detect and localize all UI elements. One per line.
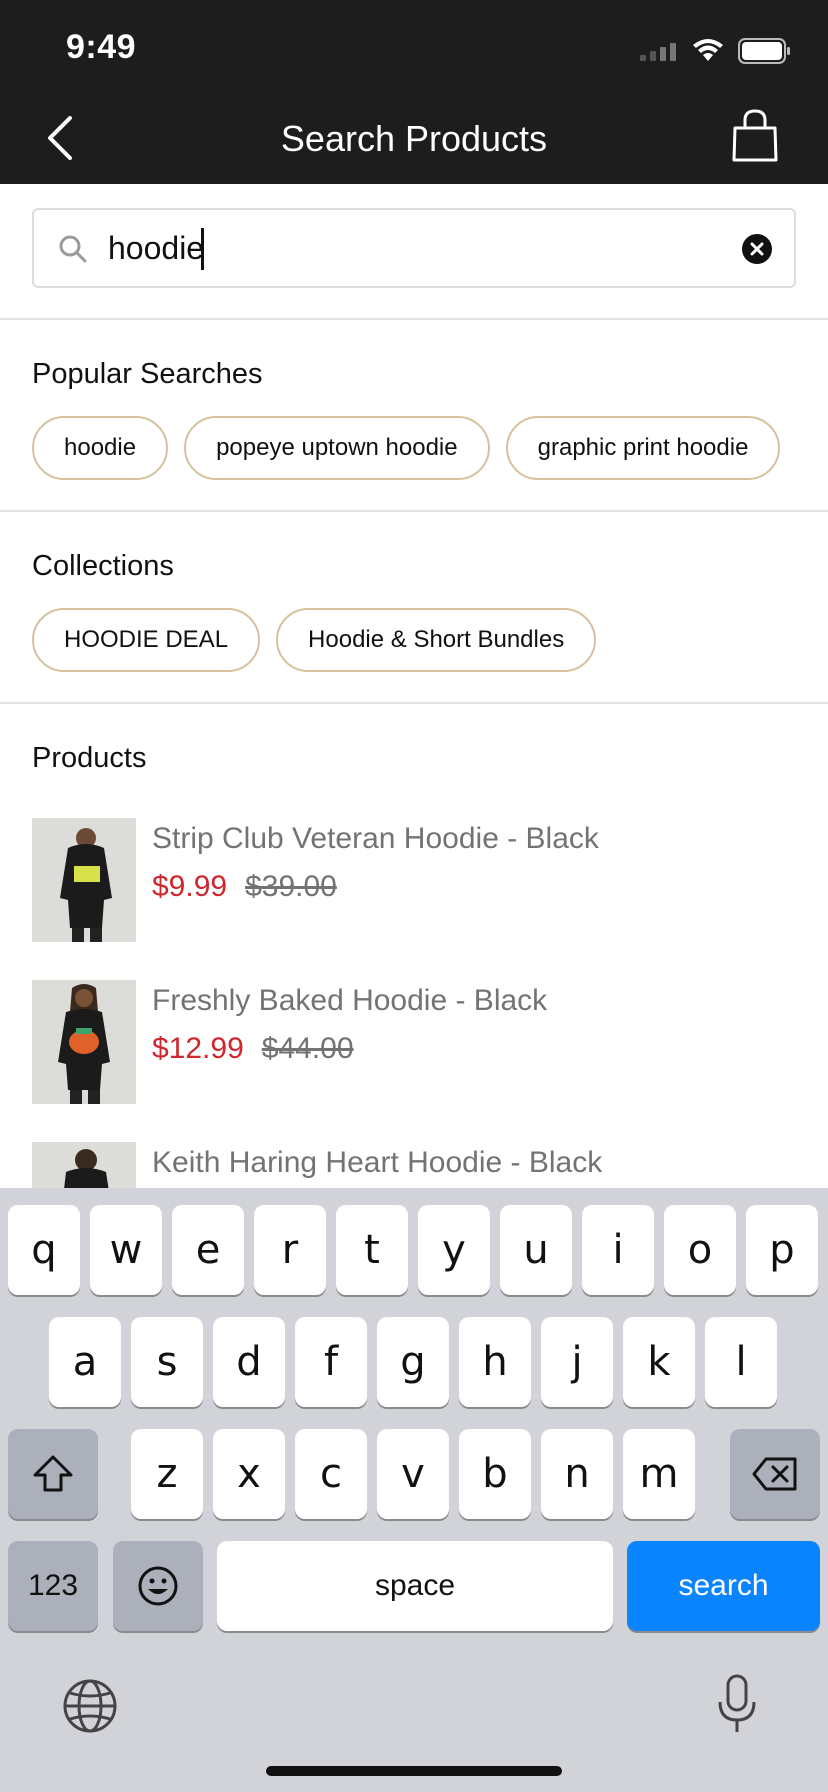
hoodie-photo [32, 818, 136, 942]
key-w[interactable]: w [90, 1205, 162, 1295]
key-f[interactable]: f [295, 1317, 367, 1407]
shift-icon [33, 1455, 73, 1492]
key-l[interactable]: l [705, 1317, 777, 1407]
key-s[interactable]: s [131, 1317, 203, 1407]
popular-search-chip[interactable]: popeye uptown hoodie [184, 416, 490, 480]
key-u[interactable]: u [500, 1205, 572, 1295]
key-q[interactable]: q [8, 1205, 80, 1295]
collections-title: Collections [32, 550, 174, 582]
keyboard: q w e r t y u i o p a s d f g h j k l z … [0, 1188, 828, 1792]
status-icons [640, 36, 792, 66]
search-input[interactable] [108, 222, 708, 274]
key-x[interactable]: x [213, 1429, 285, 1519]
home-indicator[interactable] [266, 1766, 562, 1776]
globe-icon[interactable] [62, 1678, 118, 1734]
original-price: $44.00 [261, 1032, 354, 1065]
sale-price: $9.99 [152, 870, 228, 903]
products-title: Products [32, 742, 147, 774]
page-title: Search Products [280, 118, 548, 159]
product-image [32, 1142, 136, 1188]
key-z[interactable]: z [131, 1429, 203, 1519]
hoodie-photo [32, 980, 136, 1104]
space-key[interactable]: space [217, 1541, 613, 1631]
original-price: $39.00 [245, 870, 337, 903]
collection-chip[interactable]: HOODIE DEAL [32, 608, 261, 672]
key-c[interactable]: c [295, 1429, 367, 1519]
collections-section: Collections HOODIE DEAL Hoodie & Short B… [0, 512, 828, 704]
popular-searches-title: Popular Searches [32, 358, 263, 390]
product-image [32, 818, 136, 942]
clear-search-icon[interactable] [742, 234, 772, 264]
key-p[interactable]: p [746, 1205, 818, 1295]
cart-button[interactable] [730, 108, 780, 164]
key-a[interactable]: a [49, 1317, 121, 1407]
numbers-key[interactable]: 123 [8, 1541, 98, 1631]
delete-key[interactable] [730, 1429, 820, 1519]
popular-search-chip[interactable]: hoodie [32, 416, 169, 480]
product-name: Freshly Baked Hoodie - Black [152, 984, 548, 1017]
key-e[interactable]: e [172, 1205, 244, 1295]
shift-key[interactable] [8, 1429, 98, 1519]
product-item[interactable]: Keith Haring Heart Hoodie - Black [32, 1142, 812, 1188]
product-image [32, 980, 136, 1104]
close-icon [750, 242, 764, 256]
popular-searches-chips: hoodie popeye uptown hoodie graphic prin… [32, 416, 781, 480]
cellular-signal-icon [640, 43, 676, 61]
emoji-icon [138, 1566, 178, 1606]
status-bar: 9:49 [0, 0, 828, 92]
search-key[interactable]: search [627, 1541, 820, 1631]
key-v[interactable]: v [377, 1429, 449, 1519]
search-section [0, 184, 828, 320]
search-icon [59, 235, 87, 263]
key-r[interactable]: r [254, 1205, 326, 1295]
battery-icon [738, 38, 790, 64]
key-n[interactable]: n [541, 1429, 613, 1519]
emoji-key[interactable] [113, 1541, 203, 1631]
key-d[interactable]: d [213, 1317, 285, 1407]
hoodie-graphic [74, 866, 100, 882]
product-item[interactable]: Strip Club Veteran Hoodie - Black $9.99 … [32, 818, 812, 942]
collections-chips: HOODIE DEAL Hoodie & Short Bundles [32, 608, 597, 672]
key-i[interactable]: i [582, 1205, 654, 1295]
key-g[interactable]: g [377, 1317, 449, 1407]
collection-chip[interactable]: Hoodie & Short Bundles [276, 608, 597, 672]
backspace-icon [752, 1457, 797, 1491]
text-cursor [201, 228, 204, 270]
hoodie-photo [32, 1142, 136, 1188]
shopping-bag-icon [732, 109, 778, 162]
product-item[interactable]: Freshly Baked Hoodie - Black $12.99 $44.… [32, 980, 812, 1104]
product-name: Strip Club Veteran Hoodie - Black [152, 822, 599, 855]
key-y[interactable]: y [418, 1205, 490, 1295]
key-t[interactable]: t [336, 1205, 408, 1295]
microphone-icon[interactable] [716, 1674, 758, 1734]
popular-search-chip[interactable]: graphic print hoodie [505, 416, 781, 480]
wifi-icon [693, 39, 723, 61]
key-k[interactable]: k [623, 1317, 695, 1407]
key-o[interactable]: o [664, 1205, 736, 1295]
popular-searches-section: Popular Searches hoodie popeye uptown ho… [0, 320, 828, 512]
key-b[interactable]: b [459, 1429, 531, 1519]
key-h[interactable]: h [459, 1317, 531, 1407]
nav-bar: Search Products [0, 92, 828, 184]
sale-price: $12.99 [152, 1032, 244, 1065]
product-name: Keith Haring Heart Hoodie - Black [152, 1146, 603, 1179]
product-prices: $9.99 $39.00 [152, 870, 337, 904]
search-box[interactable] [32, 208, 796, 288]
status-time: 9:49 [66, 28, 137, 66]
product-prices: $12.99 $44.00 [152, 1032, 354, 1066]
key-m[interactable]: m [623, 1429, 695, 1519]
key-j[interactable]: j [541, 1317, 613, 1407]
